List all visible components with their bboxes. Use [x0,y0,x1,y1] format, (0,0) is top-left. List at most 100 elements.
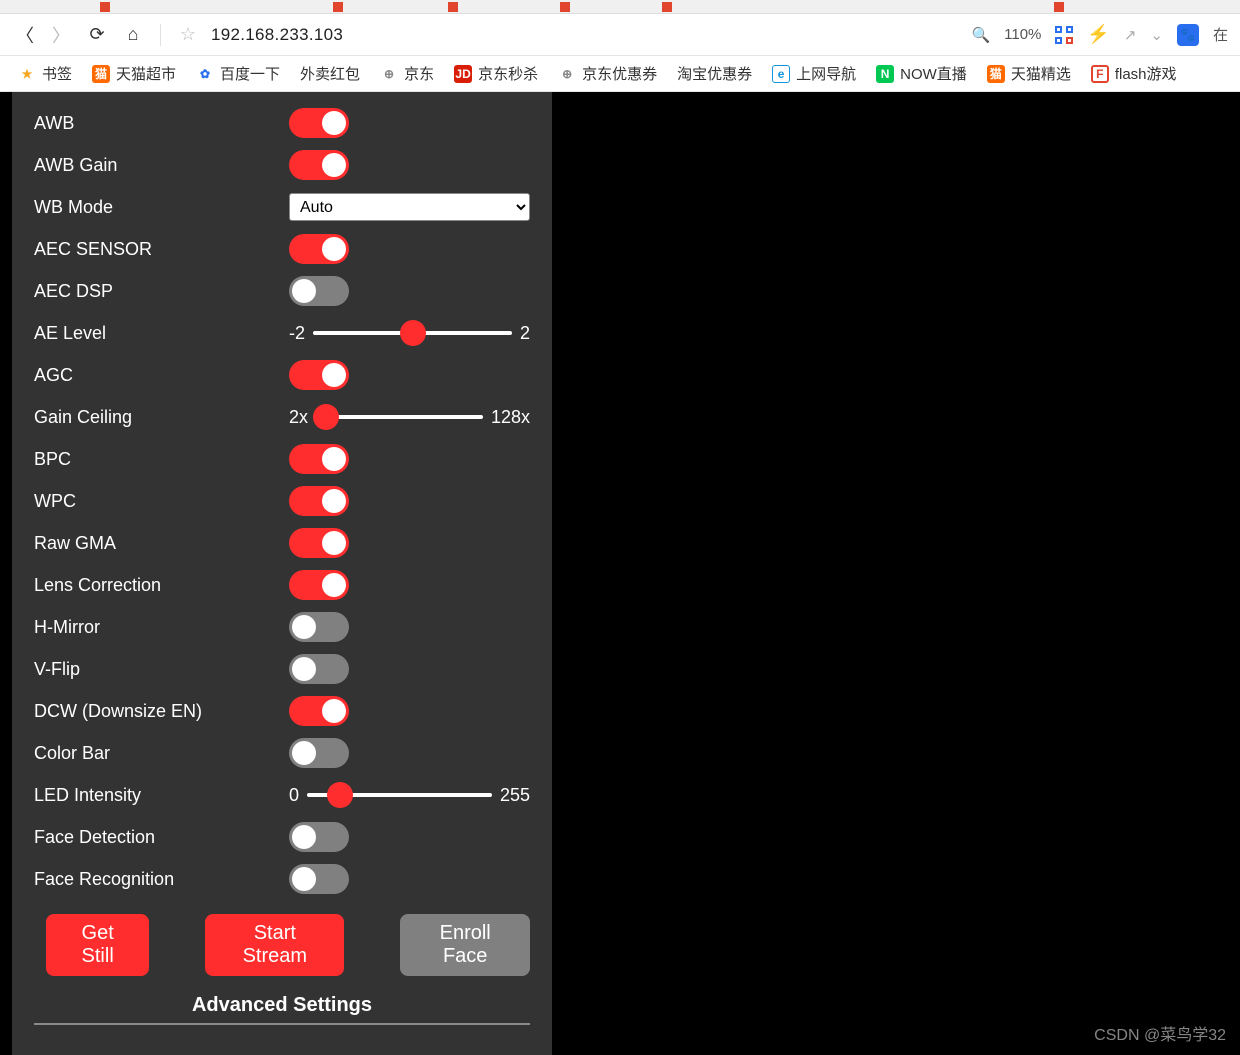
h-mirror-toggle[interactable] [289,612,349,642]
bookmark-item[interactable]: ★书签 [18,63,72,84]
raw-gma-toggle[interactable] [289,528,349,558]
bookmark-label: 京东 [404,63,434,84]
agc-toggle[interactable] [289,360,349,390]
slider-thumb[interactable] [327,782,353,808]
setting-row-color-bar: Color Bar [34,732,530,774]
reload-button[interactable]: ⟳ [84,24,110,45]
start-stream-button[interactable]: Start Stream [205,914,344,976]
setting-label: DCW (Downsize EN) [34,701,289,722]
bookmark-label: 百度一下 [220,63,280,84]
face-rec-toggle[interactable] [289,864,349,894]
bookmark-label: 外卖红包 [300,63,360,84]
setting-label: AEC DSP [34,281,289,302]
aec-sensor-toggle[interactable] [289,234,349,264]
paw-badge-icon[interactable]: 🐾 [1177,24,1199,46]
e-icon: e [772,65,790,83]
slider-thumb[interactable] [313,404,339,430]
zoom-level[interactable]: 110% [1004,26,1041,43]
toggle-knob [322,489,346,513]
setting-row-wpc: WPC [34,480,530,522]
lightning-icon[interactable]: ⚡ [1087,24,1109,45]
setting-row-bpc: BPC [34,438,530,480]
globe-icon: ⊕ [380,65,398,83]
wpc-toggle[interactable] [289,486,349,516]
bookmark-item[interactable]: Fflash游戏 [1091,63,1177,84]
setting-label: AWB Gain [34,155,289,176]
aec-dsp-toggle[interactable] [289,276,349,306]
setting-label: Gain Ceiling [34,407,289,428]
jd-icon: JD [454,65,472,83]
setting-label: AWB [34,113,289,134]
toggle-knob [292,615,316,639]
awb-gain-toggle[interactable] [289,150,349,180]
setting-label: AE Level [34,323,289,344]
chevron-down-icon[interactable]: ⌄ [1150,26,1163,44]
bookmark-label: 京东优惠券 [582,63,657,84]
action-row: Get Still Start Stream Enroll Face [34,914,530,976]
slider-thumb[interactable] [400,320,426,346]
zoom-search-icon[interactable]: 🔍 [971,26,990,44]
bookmark-item[interactable]: JD京东秒杀 [454,63,538,84]
slider-min: 0 [289,785,299,806]
setting-row-aec-dsp: AEC DSP [34,270,530,312]
setting-row-awb: AWB [34,102,530,144]
slider-min: -2 [289,323,305,344]
slider-min: 2x [289,407,308,428]
bookmark-label: 天猫精选 [1011,63,1071,84]
slider-track[interactable] [307,793,492,797]
enroll-face-button[interactable]: Enroll Face [400,914,530,976]
bookmark-item[interactable]: ✿百度一下 [196,63,280,84]
setting-row-gain-ceiling: Gain Ceiling2x 128x [34,396,530,438]
settings-panel: AWBAWB GainWB ModeAutoAEC SENSORAEC DSPA… [12,92,552,1055]
bookmark-item[interactable]: 外卖红包 [300,63,360,84]
lens-corr-toggle[interactable] [289,570,349,600]
orange-icon: 猫 [987,65,1005,83]
bookmark-item[interactable]: ⊕ 京东 [380,63,434,84]
setting-row-face-det: Face Detection [34,816,530,858]
ae-level-slider[interactable]: -22 [289,323,530,344]
advanced-settings-header[interactable]: Advanced Settings [34,994,530,1025]
slider-track[interactable] [316,415,483,419]
back-button[interactable]: 〈 [12,22,38,48]
bookmark-item[interactable]: 淘宝优惠券 [677,63,752,84]
setting-label: Raw GMA [34,533,289,554]
led-intensity-slider[interactable]: 0255 [289,785,530,806]
tab-strip [0,0,1240,14]
toggle-knob [322,447,346,471]
toggle-knob [292,825,316,849]
qr-icon[interactable] [1055,26,1073,44]
home-button[interactable]: ⌂ [120,24,146,45]
forward-button[interactable]: 〉 [48,22,74,48]
star-icon[interactable]: ☆ [175,24,201,45]
gain-ceiling-slider[interactable]: 2x 128x [289,407,530,428]
toggle-knob [322,363,346,387]
get-still-button[interactable]: Get Still [46,914,149,976]
bookmark-item[interactable]: 猫天猫超市 [92,63,176,84]
n-icon: N [876,65,894,83]
v-flip-toggle[interactable] [289,654,349,684]
slider-track[interactable] [313,331,512,335]
toggle-knob [322,531,346,555]
address-bar[interactable]: 192.168.233.103 [211,25,343,45]
dcw-toggle[interactable] [289,696,349,726]
page-body: AWBAWB GainWB ModeAutoAEC SENSORAEC DSPA… [0,92,1240,1055]
bpc-toggle[interactable] [289,444,349,474]
share-icon[interactable]: ↗ [1124,26,1137,44]
bookmark-label: 上网导航 [796,63,856,84]
face-det-toggle[interactable] [289,822,349,852]
slider-max: 128x [491,407,530,428]
setting-label: Lens Correction [34,575,289,596]
bookmark-item[interactable]: NNOW直播 [876,63,967,84]
bookmark-label: 书签 [42,63,72,84]
awb-toggle[interactable] [289,108,349,138]
bookmark-item[interactable]: ⊕京东优惠券 [558,63,657,84]
bookmark-item[interactable]: 猫天猫精选 [987,63,1071,84]
setting-label: Color Bar [34,743,289,764]
watermark: CSDN @菜鸟学32 [1094,1021,1226,1045]
setting-row-face-rec: Face Recognition [34,858,530,900]
toggle-knob [322,699,346,723]
bookmark-item[interactable]: e 上网导航 [772,63,856,84]
wb-mode-select[interactable]: Auto [289,193,530,221]
toggle-knob [292,867,316,891]
color-bar-toggle[interactable] [289,738,349,768]
